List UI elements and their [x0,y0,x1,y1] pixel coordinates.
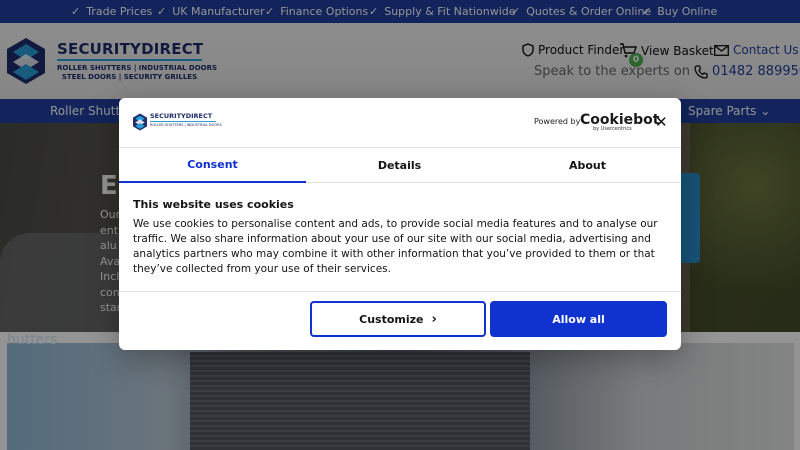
dialog-divider [119,291,681,292]
chevron-right-icon: › [431,311,437,327]
cookie-consent-dialog: SECURITYDIRECT ROLLER SHUTTERS | INDUSTR… [119,98,681,350]
customize-button[interactable]: Customize › [310,301,486,337]
powered-by-label: Powered by [534,117,581,126]
cookiebot-sub-label: by Usercentrics [593,126,632,132]
tab-consent[interactable]: Consent [119,148,306,183]
dialog-logo-wordmark: SECURITYDIRECT [150,112,213,120]
close-icon[interactable]: ✕ [655,113,668,131]
dialog-logo-tagline: ROLLER SHUTTERS | INDUSTRIAL DOORS [150,123,222,127]
dialog-logo-divider [150,121,216,122]
allow-all-button[interactable]: Allow all [490,301,667,337]
dialog-logo: SECURITYDIRECT ROLLER SHUTTERS | INDUSTR… [133,112,222,134]
logo-mark-icon [133,113,147,131]
dialog-body-text: We use cookies to personalise content an… [133,218,658,275]
tab-about[interactable]: About [494,148,681,183]
tab-details[interactable]: Details [306,148,493,183]
dialog-title: This website uses cookies [133,198,294,211]
dialog-tabs: Consent Details About [119,147,681,183]
